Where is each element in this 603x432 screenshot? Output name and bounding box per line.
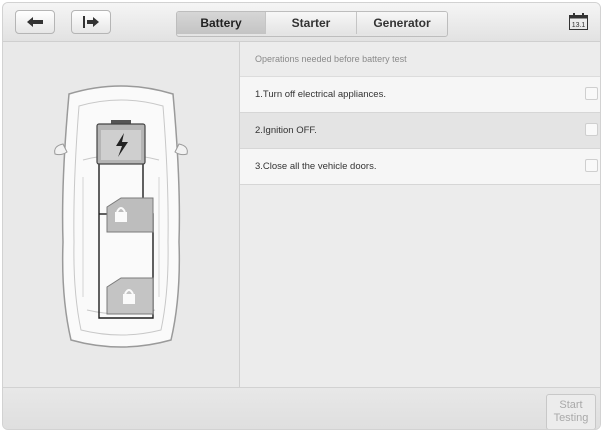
operation-label: 1.Turn off electrical appliances. — [255, 89, 386, 100]
operation-checkbox[interactable] — [585, 87, 598, 100]
top-toolbar: Battery Starter Generator 13.1 — [3, 3, 600, 42]
back-arrow-icon — [27, 17, 43, 27]
locked-door-icon — [106, 197, 154, 233]
calendar-label: 13.1 — [572, 22, 586, 29]
list-item[interactable]: 2.Ignition OFF. — [240, 113, 600, 149]
operations-panel: Operations needed before battery test 1.… — [240, 42, 600, 387]
operation-label: 3.Close all the vehicle doors. — [255, 161, 377, 172]
tab-battery[interactable]: Battery — [177, 12, 265, 34]
operation-checkbox[interactable] — [585, 123, 598, 136]
tab-generator[interactable]: Generator — [356, 12, 447, 34]
exit-button[interactable] — [71, 10, 111, 34]
battery-icon — [96, 120, 146, 165]
start-testing-button[interactable]: Start Testing — [546, 394, 596, 429]
operations-list: 1.Turn off electrical appliances. 2.Igni… — [240, 77, 600, 185]
test-type-tabs: Battery Starter Generator — [176, 11, 448, 37]
car-top-view-icon — [54, 85, 188, 348]
bottom-toolbar: Start Testing — [3, 387, 600, 429]
operations-header: Operations needed before battery test — [240, 42, 600, 77]
locked-door-icon — [106, 277, 154, 315]
operation-checkbox[interactable] — [585, 159, 598, 172]
list-item[interactable]: 1.Turn off electrical appliances. — [240, 77, 600, 113]
calendar-icon[interactable]: 13.1 — [569, 13, 588, 30]
list-item[interactable]: 3.Close all the vehicle doors. — [240, 149, 600, 185]
tab-starter[interactable]: Starter — [265, 12, 356, 34]
exit-icon — [83, 16, 99, 28]
back-button[interactable] — [15, 10, 55, 34]
vehicle-illustration-panel — [3, 42, 240, 387]
start-button-line1: Start — [559, 399, 583, 411]
operation-label: 2.Ignition OFF. — [255, 125, 317, 136]
start-button-line2: Testing — [553, 412, 589, 424]
app-window: Battery Starter Generator 13.1 Operation… — [2, 2, 601, 430]
